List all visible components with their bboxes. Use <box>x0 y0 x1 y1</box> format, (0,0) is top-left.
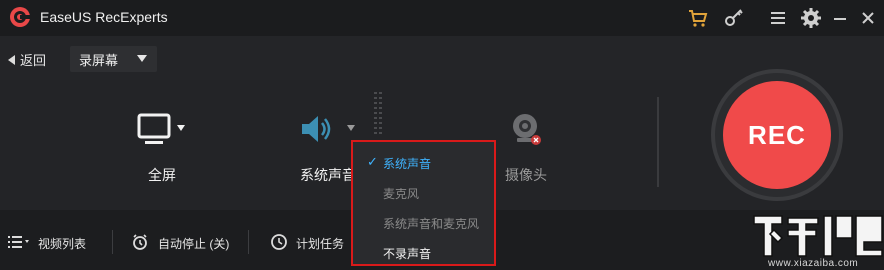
list-icon[interactable] <box>8 235 32 249</box>
dropdown-item-no-audio[interactable]: 不录声音 <box>383 245 431 262</box>
webcam-icon[interactable] <box>507 111 547 151</box>
record-mode-select[interactable]: 录屏幕 <box>70 46 157 72</box>
clock-icon[interactable] <box>270 233 288 251</box>
back-arrow-icon <box>8 54 15 65</box>
dropdown-item-system-and-mic[interactable]: 系统声音和麦克风 <box>383 215 479 232</box>
video-list-button[interactable]: 视频列表 <box>38 235 86 252</box>
webcam-label[interactable]: 摄像头 <box>505 165 547 185</box>
system-audio-label[interactable]: 系统声音 <box>300 165 356 185</box>
separator <box>112 230 113 254</box>
auto-stop-button[interactable]: 自动停止 (关) <box>158 235 229 252</box>
volume-meter <box>374 92 382 134</box>
schedule-task-button[interactable]: 计划任务 <box>296 235 344 252</box>
watermark-url: www.xiazaiba.com <box>768 258 859 269</box>
key-icon[interactable] <box>722 6 746 30</box>
gear-icon[interactable] <box>799 6 823 30</box>
separator <box>248 230 249 254</box>
divider <box>657 97 659 187</box>
checkmark-icon: ✓ <box>367 154 378 169</box>
record-mode-value: 录屏幕 <box>79 52 119 68</box>
dropdown-item-microphone[interactable]: 麦克风 <box>383 185 419 202</box>
app-logo-icon <box>10 7 31 27</box>
back-label: 返回 <box>20 53 47 68</box>
back-button[interactable]: 返回 <box>8 50 46 69</box>
close-icon[interactable] <box>856 6 880 30</box>
rec-button[interactable]: REC <box>723 81 831 189</box>
audio-source-dropdown: ✓ 系统声音 麦克风 系统声音和麦克风 不录声音 <box>351 140 496 266</box>
menu-icon[interactable] <box>766 6 790 30</box>
cart-icon[interactable] <box>686 6 710 30</box>
monitor-icon[interactable] <box>137 113 189 147</box>
app-title: EaseUS RecExperts <box>40 9 168 25</box>
fullscreen-label[interactable]: 全屏 <box>148 165 176 185</box>
minimize-icon[interactable] <box>828 6 852 30</box>
alarm-clock-icon[interactable] <box>131 233 149 251</box>
dropdown-item-system-audio[interactable]: 系统声音 <box>383 155 431 172</box>
chevron-down-icon <box>137 55 147 62</box>
